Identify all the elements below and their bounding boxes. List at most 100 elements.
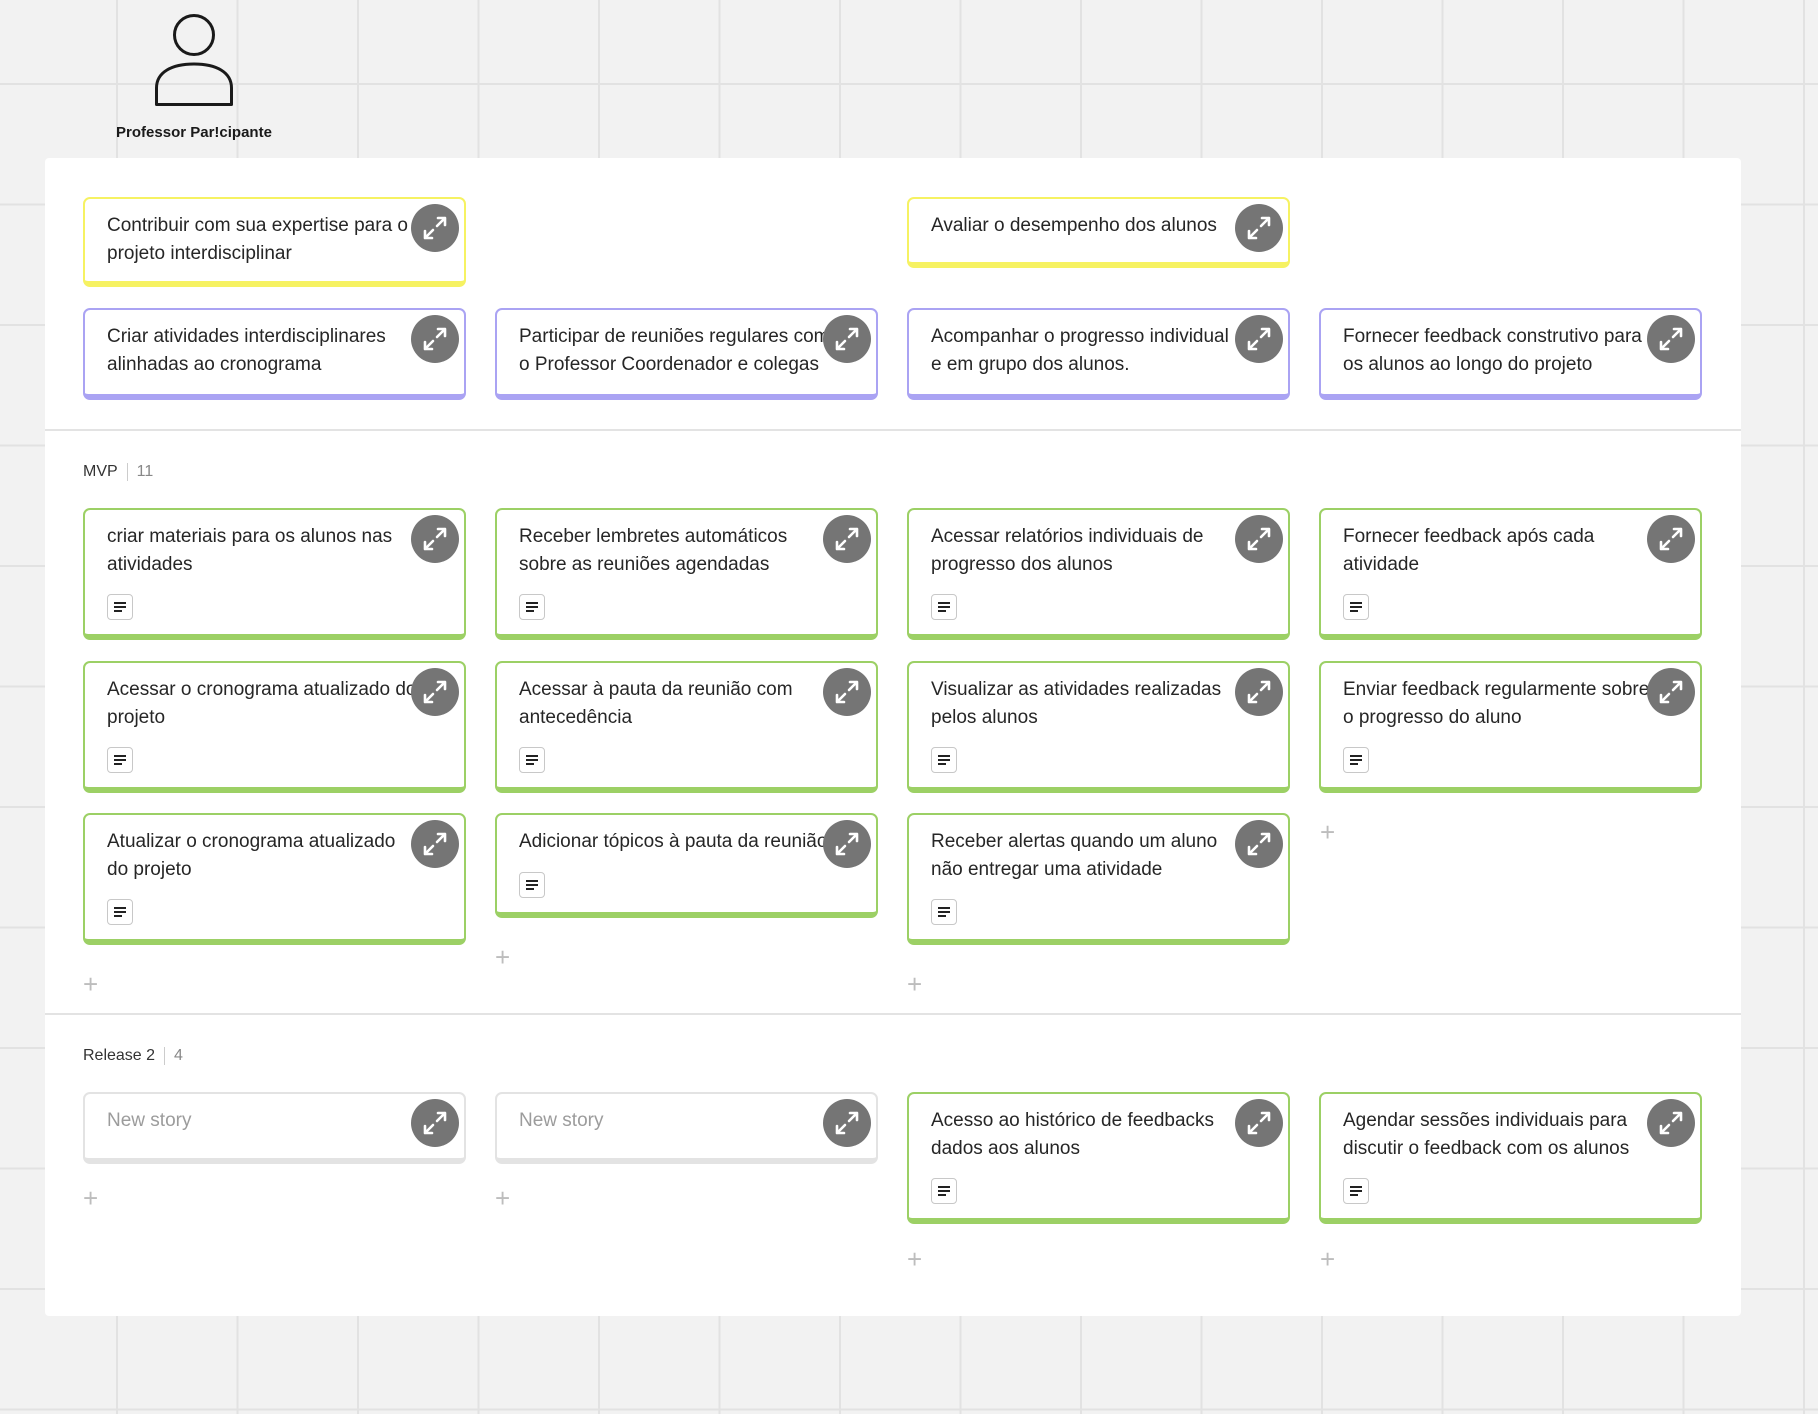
add-story-button[interactable]: + bbox=[1320, 1246, 1335, 1272]
persona[interactable]: Professor Par!cipante bbox=[112, 14, 276, 141]
description-button[interactable] bbox=[1343, 747, 1369, 773]
story-card[interactable]: Acessar à pauta da reunião com antecedênc… bbox=[495, 661, 878, 793]
description-button[interactable] bbox=[519, 872, 545, 898]
story-card[interactable]: Agendar sessões individuais para discutir… bbox=[1319, 1092, 1702, 1224]
description-button[interactable] bbox=[1343, 1178, 1369, 1204]
card-text: Acessar à pauta da reunião com antecedênc… bbox=[519, 679, 793, 728]
description-icon bbox=[114, 907, 126, 917]
expand-icon bbox=[1247, 327, 1271, 351]
expand-icon bbox=[1659, 527, 1683, 551]
story-card[interactable]: Acessar o cronograma atualizado do projet… bbox=[83, 661, 466, 793]
expand-icon bbox=[1247, 216, 1271, 240]
task-card[interactable]: Participar de reuniões regulares com o Pr… bbox=[495, 308, 878, 400]
card-text: Receber alertas quando um aluno não entre… bbox=[931, 831, 1218, 880]
story-card[interactable]: Adicionar tópicos à pauta da reunião, bbox=[495, 813, 878, 918]
expand-icon bbox=[835, 680, 859, 704]
release-label-release-2[interactable]: Release 2 4 bbox=[83, 1047, 183, 1065]
description-icon bbox=[114, 755, 126, 765]
story-card[interactable]: Visualizar as atividades realizadas pelos… bbox=[907, 661, 1290, 793]
description-icon bbox=[1350, 1186, 1362, 1196]
task-card[interactable]: Fornecer feedback construtivo para os alu… bbox=[1319, 308, 1702, 400]
story-card[interactable]: criar materiais para os alunos nas ativid… bbox=[83, 508, 466, 640]
task-card[interactable]: Criar atividades interdisciplinares alinh… bbox=[83, 308, 466, 400]
release-name: MVP bbox=[83, 463, 118, 480]
add-story-button[interactable]: + bbox=[495, 944, 510, 970]
story-card[interactable]: Acessar relatórios individuais de progres… bbox=[907, 508, 1290, 640]
activity-card[interactable]: Avaliar o desempenho dos alunos bbox=[907, 197, 1290, 268]
add-story-button[interactable]: + bbox=[83, 1185, 98, 1211]
expand-icon bbox=[1247, 832, 1271, 856]
expand-button[interactable] bbox=[1647, 1099, 1695, 1147]
expand-button[interactable] bbox=[1235, 204, 1283, 252]
expand-button[interactable] bbox=[1235, 315, 1283, 363]
card-text: Contribuir com sua expertise para o proje… bbox=[107, 215, 408, 264]
expand-button[interactable] bbox=[823, 515, 871, 563]
release-count: 4 bbox=[174, 1047, 183, 1064]
card-text: Fornecer feedback construtivo para os alu… bbox=[1343, 326, 1642, 375]
person-icon bbox=[155, 14, 233, 106]
expand-button[interactable] bbox=[1647, 668, 1695, 716]
story-card[interactable]: Fornecer feedback após cada atividade bbox=[1319, 508, 1702, 640]
story-card[interactable]: Enviar feedback regularmente sobre o prog… bbox=[1319, 661, 1702, 793]
expand-icon bbox=[1247, 1111, 1271, 1135]
expand-button[interactable] bbox=[1647, 315, 1695, 363]
story-card[interactable]: Receber alertas quando um aluno não entre… bbox=[907, 813, 1290, 945]
description-button[interactable] bbox=[931, 899, 957, 925]
description-icon bbox=[1350, 602, 1362, 612]
new-story-card[interactable]: New story bbox=[495, 1092, 878, 1164]
expand-button[interactable] bbox=[1235, 515, 1283, 563]
add-story-button[interactable]: + bbox=[495, 1185, 510, 1211]
label-separator bbox=[126, 463, 128, 481]
description-button[interactable] bbox=[107, 747, 133, 773]
description-button[interactable] bbox=[1343, 594, 1369, 620]
activity-card[interactable]: Contribuir com sua expertise para o proje… bbox=[83, 197, 466, 287]
description-icon bbox=[938, 755, 950, 765]
add-story-button[interactable]: + bbox=[1320, 819, 1335, 845]
story-card[interactable]: Receber lembretes automáticos sobre as re… bbox=[495, 508, 878, 640]
label-separator bbox=[164, 1047, 166, 1065]
expand-button[interactable] bbox=[1235, 668, 1283, 716]
add-story-button[interactable]: + bbox=[83, 971, 98, 997]
add-story-button[interactable]: + bbox=[907, 971, 922, 997]
card-text: Enviar feedback regularmente sobre o prog… bbox=[1343, 679, 1650, 728]
story-card[interactable]: Acesso ao histórico de feedbacks dados ao… bbox=[907, 1092, 1290, 1224]
expand-button[interactable] bbox=[411, 668, 459, 716]
expand-button[interactable] bbox=[823, 668, 871, 716]
expand-button[interactable] bbox=[823, 1099, 871, 1147]
expand-icon bbox=[835, 832, 859, 856]
expand-button[interactable] bbox=[1235, 1099, 1283, 1147]
description-button[interactable] bbox=[519, 747, 545, 773]
release-label-mvp[interactable]: MVP 11 bbox=[83, 463, 153, 481]
expand-button[interactable] bbox=[411, 204, 459, 252]
expand-icon bbox=[423, 680, 447, 704]
task-card[interactable]: Acompanhar o progresso individual e em gr… bbox=[907, 308, 1290, 400]
description-icon bbox=[938, 1186, 950, 1196]
description-button[interactable] bbox=[107, 594, 133, 620]
expand-icon bbox=[1659, 680, 1683, 704]
release-name: Release 2 bbox=[83, 1047, 156, 1064]
section-divider bbox=[45, 1013, 1741, 1015]
expand-button[interactable] bbox=[823, 820, 871, 868]
new-story-card[interactable]: New story bbox=[83, 1092, 466, 1164]
description-button[interactable] bbox=[931, 747, 957, 773]
expand-button[interactable] bbox=[1647, 515, 1695, 563]
card-text: Fornecer feedback após cada atividade bbox=[1343, 526, 1595, 575]
description-icon bbox=[114, 602, 126, 612]
add-story-button[interactable]: + bbox=[907, 1246, 922, 1272]
expand-button[interactable] bbox=[411, 820, 459, 868]
story-card[interactable]: Atualizar o cronograma atualizado do proj… bbox=[83, 813, 466, 945]
expand-button[interactable] bbox=[1235, 820, 1283, 868]
expand-button[interactable] bbox=[411, 1099, 459, 1147]
card-text: Participar de reuniões regulares com o Pr… bbox=[519, 326, 830, 375]
expand-button[interactable] bbox=[411, 515, 459, 563]
description-button[interactable] bbox=[931, 594, 957, 620]
description-button[interactable] bbox=[107, 899, 133, 925]
card-text: New story bbox=[519, 1110, 604, 1131]
card-text: criar materiais para os alunos nas ativid… bbox=[107, 526, 393, 575]
expand-button[interactable] bbox=[823, 315, 871, 363]
description-button[interactable] bbox=[519, 594, 545, 620]
expand-button[interactable] bbox=[411, 315, 459, 363]
description-icon bbox=[1350, 755, 1362, 765]
description-button[interactable] bbox=[931, 1178, 957, 1204]
description-icon bbox=[938, 907, 950, 917]
